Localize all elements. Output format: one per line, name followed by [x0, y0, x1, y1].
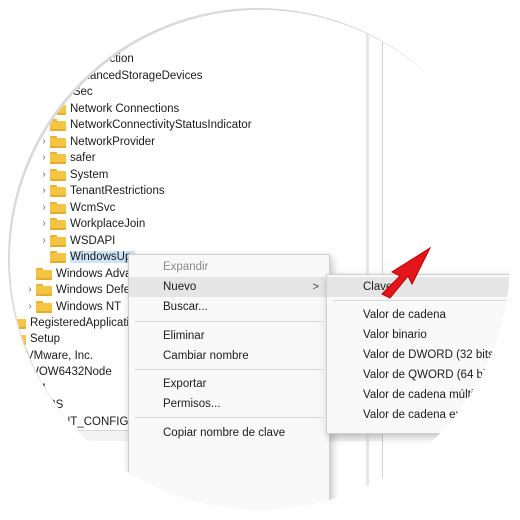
tree-item[interactable]: Network Connections — [38, 100, 179, 117]
tree-item-label: Windows Defe — [56, 283, 131, 296]
tree-item[interactable]: › System — [38, 166, 108, 183]
tree-item-label: Windows NT — [56, 300, 122, 313]
tree-item[interactable]: ...tection — [88, 34, 131, 51]
tree-item[interactable]: PS — [48, 396, 63, 413]
tree-item-label: RegisteredApplicatio — [30, 316, 136, 329]
tree-item[interactable]: VMware, Inc. — [26, 347, 93, 364]
tree-item[interactable]: › Windows Defe — [24, 281, 130, 298]
folder-icon — [10, 316, 26, 329]
submenu-chevron-icon: > — [312, 281, 319, 293]
menu-item-copiar-nombre[interactable]: Copiar nombre de clave — [129, 423, 329, 443]
menu-item-valor-binario[interactable]: Valor binario — [327, 325, 510, 345]
tree-item-label: WindowsUp — [70, 250, 136, 263]
folder-icon — [50, 217, 66, 230]
expand-chevron-icon[interactable]: › — [38, 119, 50, 130]
folder-icon — [36, 300, 52, 313]
folder-icon — [50, 102, 66, 115]
menu-item-exportar[interactable]: Exportar — [129, 374, 329, 394]
expand-chevron-icon[interactable]: › — [38, 202, 50, 213]
menu-separator — [135, 417, 323, 418]
folder-icon — [50, 234, 66, 247]
tree-item-label: WcmSvc — [70, 201, 116, 214]
tree-item-label: NT_CONFIG — [62, 415, 129, 428]
expand-chevron-icon[interactable]: › — [38, 169, 50, 180]
red-arrow-icon — [381, 246, 432, 299]
tree-item-label: WSDAPI — [70, 234, 116, 247]
tree-item[interactable]: NT_CONFIG — [62, 413, 128, 430]
tree-item[interactable]: WOW6432Node — [28, 363, 112, 380]
tree-item-label: NetworkProvider — [70, 135, 155, 148]
menu-separator — [135, 321, 323, 322]
tree-item[interactable]: IPSec — [62, 83, 93, 100]
tree-item-label: ...hancedStorageDevices — [74, 69, 203, 82]
expand-chevron-icon[interactable]: › — [38, 136, 50, 147]
tree-item-label: ...ollection — [82, 52, 134, 65]
menu-item-valor-cadena-expandible[interactable]: Valor de cadena expandible — [327, 405, 510, 425]
tree-item-label: Network Connections — [70, 102, 180, 115]
menu-item-valor-cadena[interactable]: Valor de cadena — [327, 305, 510, 325]
folder-icon — [50, 151, 66, 164]
menu-item-valor-dword[interactable]: Valor de DWORD (32 bits) — [327, 345, 510, 365]
tree-item[interactable]: RegisteredApplicatio — [10, 314, 135, 331]
menu-item-valor-cadena-multiple[interactable]: Valor de cadena múltiple — [327, 385, 510, 405]
tree-item-label: Windows Adva — [56, 267, 132, 280]
tree-item-label: TenantRestrictions — [70, 184, 165, 197]
menu-item-valor-qword[interactable]: Valor de QWORD (64 bits) — [327, 365, 510, 385]
pane-splitter[interactable] — [366, 10, 369, 510]
tree-item-label: ...tection — [88, 36, 132, 49]
tree-item[interactable]: Windows Adva — [24, 265, 131, 282]
menu-item-expandir[interactable]: Expandir — [129, 257, 329, 277]
folder-icon — [10, 332, 26, 345]
tree-item[interactable]: › WcmSvc — [38, 199, 115, 216]
tree-item-label: NetworkConnectivityStatusIndicator — [70, 118, 252, 131]
tree-item-selected[interactable]: WindowsUp — [38, 248, 136, 265]
menu-item-cambiar-nombre[interactable]: Cambiar nombre — [129, 346, 329, 366]
folder-icon — [36, 283, 52, 296]
tree-item[interactable]: › Windows NT — [24, 298, 121, 315]
registry-editor-view: ...tection ...ollection ...hancedStorage… — [10, 10, 510, 510]
expand-chevron-icon[interactable]: › — [24, 301, 36, 312]
folder-icon — [50, 184, 66, 197]
tree-item[interactable]: › NetworkConnectivityStatusIndicator — [38, 116, 252, 133]
expand-chevron-icon[interactable]: › — [24, 284, 36, 295]
folder-icon — [50, 118, 66, 131]
tree-item-label: WorkplaceJoin — [70, 217, 146, 230]
folder-icon — [36, 267, 52, 280]
tree-item-label: safer — [70, 151, 96, 164]
tree-item[interactable]: › NetworkProvider — [38, 133, 155, 150]
menu-item-eliminar[interactable]: Eliminar — [129, 326, 329, 346]
tree-item[interactable]: › TenantRestrictions — [38, 182, 165, 199]
expand-chevron-icon[interactable]: › — [38, 218, 50, 229]
expand-chevron-icon[interactable]: › — [38, 152, 50, 163]
tree-item-label: System — [70, 168, 109, 181]
expand-chevron-icon[interactable]: › — [38, 185, 50, 196]
tree-item-label: M — [36, 382, 46, 395]
tree-item-label: WOW6432Node — [28, 365, 112, 378]
expand-chevron-icon[interactable]: › — [38, 235, 50, 246]
folder-icon — [50, 135, 66, 148]
folder-icon — [50, 201, 66, 214]
tree-item[interactable]: › WSDAPI — [38, 232, 115, 249]
folder-icon — [50, 250, 66, 263]
context-menu: Expandir Nuevo > Buscar... Eliminar Camb… — [128, 254, 330, 510]
tree-item-label: IPSec — [62, 85, 93, 98]
tree-item[interactable]: ...hancedStorageDevices — [74, 67, 203, 84]
tree-item-label: VMware, Inc. — [26, 349, 94, 362]
tree-item[interactable]: Setup — [10, 330, 60, 347]
menu-item-nuevo[interactable]: Nuevo > — [129, 277, 329, 297]
tree-item-label: PS — [48, 398, 64, 411]
menu-separator — [135, 369, 323, 370]
tree-item[interactable]: M — [36, 380, 46, 397]
menu-item-buscar[interactable]: Buscar... — [129, 297, 329, 317]
tree-item[interactable]: › safer — [38, 149, 96, 166]
folder-icon — [50, 168, 66, 181]
menu-item-permisos[interactable]: Permisos... — [129, 394, 329, 414]
tree-item[interactable]: › WorkplaceJoin — [38, 215, 145, 232]
tree-item-label: Setup — [30, 332, 61, 345]
tree-item[interactable]: ...ollection — [82, 50, 134, 67]
